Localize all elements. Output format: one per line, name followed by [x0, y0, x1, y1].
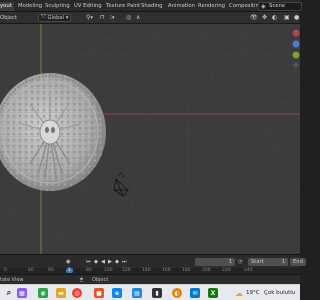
tab-compositing[interactable]: Compositin [227, 2, 261, 11]
tick-label: 120 [122, 268, 131, 273]
terminal-icon[interactable]: ▮ [152, 288, 162, 298]
tick-label: 0 [4, 268, 7, 273]
mail-icon[interactable]: ✉ [190, 288, 200, 298]
camera-object[interactable] [113, 172, 129, 197]
snap-target-icon[interactable]: ⁝▾ [110, 14, 115, 22]
keyframe-icon[interactable]: ◉ [66, 258, 71, 266]
task-view-icon[interactable]: ▦ [17, 288, 27, 298]
current-frame-marker[interactable]: 1 [66, 268, 73, 273]
tab-sculpting[interactable]: Sculpting [43, 2, 72, 11]
tick-label: 220 [222, 268, 231, 273]
file-explorer-icon[interactable]: ▬ [56, 288, 66, 298]
start-value: 1 [281, 259, 285, 265]
chevron-down-icon: ▾ [65, 15, 69, 21]
preview-range-icon[interactable]: ◷ [238, 258, 243, 266]
scene-selector[interactable]: ◈ Scene [258, 2, 302, 11]
edge-icon[interactable]: e [112, 288, 122, 298]
status-bar: tate View 🖱 Object [0, 274, 300, 284]
tick-label: 180 [182, 268, 191, 273]
scene-label: Scene [269, 3, 286, 9]
tick-label: 140 [142, 268, 151, 273]
orientation-selector[interactable]: ⤧ Global ▾ [38, 14, 72, 22]
next-keyframe-icon[interactable]: ◆ [115, 258, 119, 266]
end-label: End [293, 259, 303, 265]
tab-modeling[interactable]: Modeling [16, 2, 44, 11]
current-frame-field[interactable]: 1 [195, 258, 235, 266]
tick-label: 160 [162, 268, 171, 273]
store-icon[interactable]: ▤ [132, 288, 142, 298]
chrome-icon[interactable]: ◎ [72, 288, 82, 298]
sculpted-medallion[interactable] [0, 73, 106, 191]
mode-label: Object [0, 15, 17, 21]
falloff-icon[interactable]: ∧ [136, 14, 140, 22]
tab-layout[interactable]: yout [0, 2, 14, 11]
excel-icon[interactable]: X [208, 288, 218, 298]
viewport-canvas[interactable] [0, 24, 300, 254]
weather-temp: 19°C [246, 290, 260, 296]
app-icon[interactable]: ■ [94, 288, 104, 298]
tick-label: 240 [244, 268, 253, 273]
tab-rendering[interactable]: Rendering [196, 2, 227, 11]
status-hint: tate View [0, 277, 24, 283]
tick-label: 200 [202, 268, 211, 273]
jump-start-icon[interactable]: ⏮ [86, 258, 91, 266]
weather-text: Çok bulutlu [264, 290, 296, 296]
tab-shading[interactable]: Shading [139, 2, 165, 11]
tick-label: 80 [86, 268, 92, 273]
start-label: Start [251, 259, 264, 265]
mode-selector[interactable]: Object [0, 14, 17, 22]
navigation-gizmo-icon[interactable] [288, 28, 300, 68]
play-icon[interactable]: ▶ [108, 258, 112, 266]
snap-icon[interactable]: ⊓ [100, 14, 105, 22]
status-object: Object [92, 277, 109, 283]
scene-icon: ◈ [261, 3, 266, 10]
pivot-icon[interactable]: ⚲▾ [86, 14, 93, 22]
blender-icon[interactable]: ◐ [172, 288, 182, 298]
tab-texture-paint[interactable]: Texture Paint [104, 2, 142, 11]
tick-label: 60 [48, 268, 54, 273]
visibility-icon[interactable]: 👁 [250, 14, 258, 22]
widgets-icon[interactable]: ◉ [38, 288, 48, 298]
shading-solid-icon[interactable]: ● [294, 14, 299, 22]
proportional-edit-icon[interactable]: ◎ [126, 14, 131, 22]
mouse-icon: 🖱 [80, 277, 84, 283]
viewport-header: Object ⤧ Global ▾ ⚲▾ ⊓ ⁝▾ ◎ ∧ 👁 ✥ ◐ ▣ ● [0, 12, 300, 24]
timeline-header: ◉ ⏮ ◆ ◀ ▶ ◆ ⏭ 1 ◷ Start 1 End [0, 254, 306, 268]
orientation-label: Global [47, 15, 65, 21]
jump-end-icon[interactable]: ⏭ [122, 258, 127, 266]
tab-uv-editing[interactable]: UV Editing [72, 2, 104, 11]
tab-animation[interactable]: Animation [166, 2, 197, 11]
workspace-tabs: yout Modeling Sculpting UV Editing Textu… [0, 0, 302, 12]
search-icon[interactable]: ⌕ [4, 288, 14, 298]
orientation-icon: ⤧ [41, 14, 46, 21]
end-frame-field[interactable]: End [290, 258, 306, 266]
weather-icon[interactable]: ☁ [234, 288, 244, 298]
xray-icon[interactable]: ▣ [284, 14, 290, 22]
gizmo-toggle-icon[interactable]: ✥ [262, 14, 267, 22]
3d-viewport[interactable] [0, 24, 300, 254]
start-frame-field[interactable]: Start 1 [248, 258, 288, 266]
os-taskbar: ⌕ ▦ ◉ ▬ ◎ ■ e ▤ ▮ ◐ ✉ X ☁ 19°C Çok bulut… [0, 284, 300, 300]
play-reverse-icon[interactable]: ◀ [101, 258, 105, 266]
tick-label: 100 [104, 268, 113, 273]
overlay-icon[interactable]: ◐ [272, 14, 277, 22]
tick-label: 40 [28, 268, 34, 273]
prev-keyframe-icon[interactable]: ◆ [94, 258, 98, 266]
